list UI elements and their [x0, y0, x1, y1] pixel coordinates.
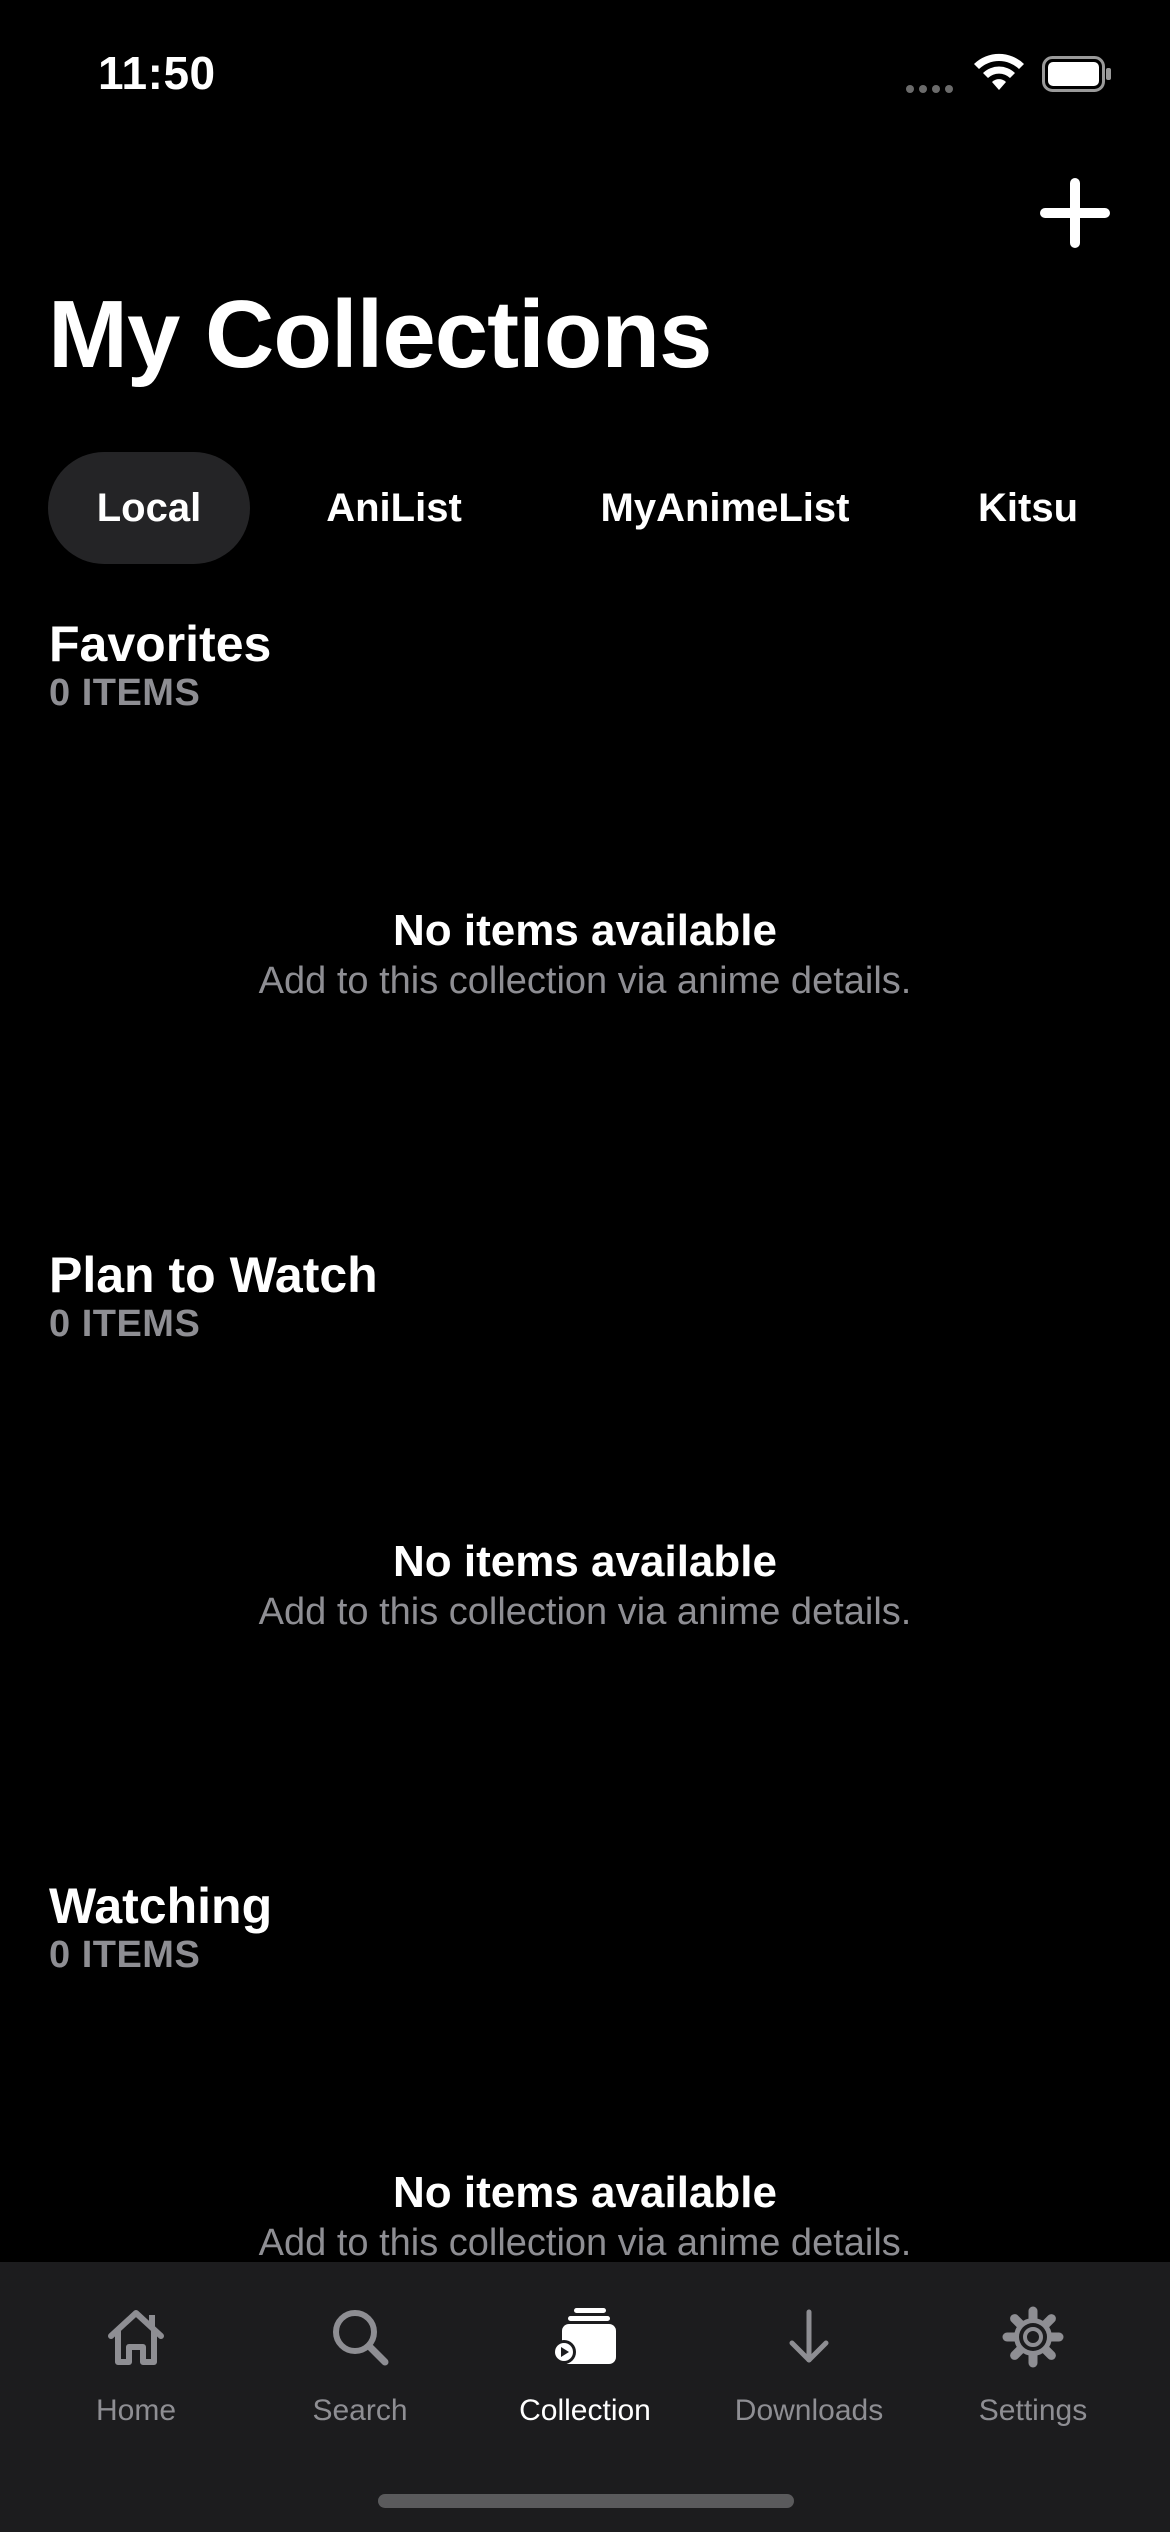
section-title[interactable]: Favorites	[49, 614, 271, 674]
add-collection-button[interactable]	[1030, 168, 1120, 258]
tab-label: Kitsu	[978, 486, 1078, 530]
tab-label: AniList	[326, 486, 462, 530]
empty-state-title: No items available	[393, 1537, 777, 1586]
tab-bar-item-settings[interactable]: Settings	[933, 2302, 1133, 2462]
tab-bar-item-downloads[interactable]: Downloads	[709, 2302, 909, 2462]
empty-state-subtitle: Add to this collection via anime details…	[258, 960, 912, 1002]
tab-bar-label: Settings	[978, 2394, 1088, 2427]
tab-bar-label: Home	[95, 2394, 177, 2427]
home-icon	[108, 2310, 164, 2365]
empty-state-subtitle: Add to this collection via anime details…	[258, 1591, 912, 1633]
gear-icon	[1002, 2306, 1064, 2368]
tab-label: Local	[96, 486, 202, 530]
tab-myanimelist[interactable]: MyAnimeList	[560, 452, 890, 564]
collection-icon	[552, 2308, 616, 2364]
section-title[interactable]: Watching	[49, 1876, 272, 1936]
section-title[interactable]: Plan to Watch	[49, 1245, 378, 1305]
search-icon	[333, 2310, 389, 2366]
empty-state-title: No items available	[393, 2168, 777, 2217]
source-tabs: Local AniList MyAnimeList Kitsu	[48, 452, 1170, 564]
section-count: 0 ITEMS	[49, 1303, 201, 1345]
plus-icon	[1040, 178, 1110, 248]
status-time: 11:50	[98, 47, 216, 99]
tab-anilist[interactable]: AniList	[274, 452, 514, 564]
tab-local[interactable]: Local	[48, 452, 250, 564]
download-icon	[789, 2309, 829, 2363]
tab-bar-label: Search	[312, 2394, 408, 2427]
home-indicator[interactable]	[378, 2494, 794, 2508]
empty-state-title: No items available	[393, 906, 777, 955]
battery-icon	[1042, 56, 1111, 92]
bottom-tab-bar: Home Search Collection Downloads Setting…	[0, 2262, 1170, 2532]
collection-section-plan-to-watch: Plan to Watch 0 ITEMS No items available…	[0, 1245, 1170, 1877]
status-bar: 11:50	[0, 0, 1170, 150]
tab-bar-label: Collection	[519, 2394, 651, 2427]
page-title: My Collections	[48, 281, 712, 388]
section-count: 0 ITEMS	[49, 1934, 201, 1976]
tab-bar-label: Downloads	[734, 2394, 884, 2427]
tab-kitsu[interactable]: Kitsu	[948, 452, 1108, 564]
tab-bar-item-collection[interactable]: Collection	[485, 2302, 685, 2462]
tab-bar-item-home[interactable]: Home	[36, 2302, 236, 2462]
tab-label: MyAnimeList	[600, 486, 850, 530]
tab-bar-item-search[interactable]: Search	[260, 2302, 460, 2462]
wifi-icon	[974, 53, 1024, 90]
empty-state-subtitle: Add to this collection via anime details…	[258, 2222, 912, 2264]
collection-section-favorites: Favorites 0 ITEMS No items available Add…	[0, 614, 1170, 1246]
section-count: 0 ITEMS	[49, 672, 201, 714]
cellular-signal-icon	[906, 80, 958, 93]
